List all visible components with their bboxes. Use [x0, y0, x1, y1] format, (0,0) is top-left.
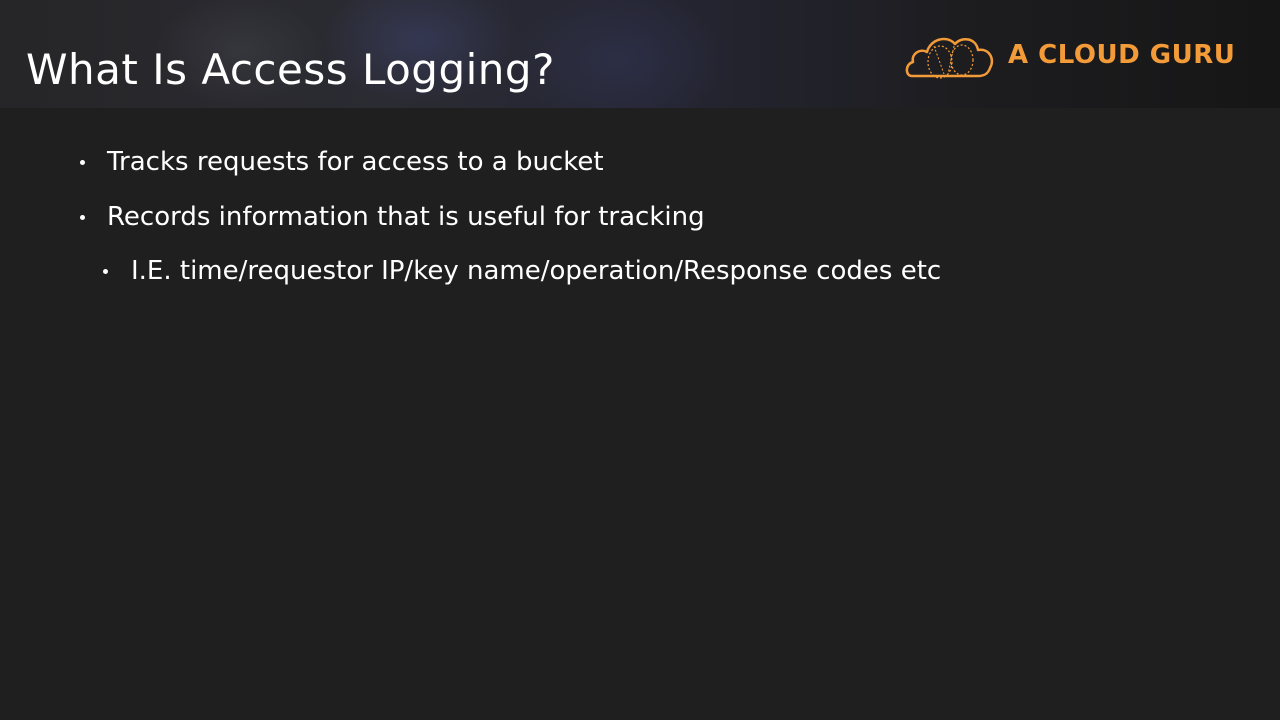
brand-logo: A CLOUD GURU	[904, 28, 1235, 82]
slide-title: What Is Access Logging?	[26, 45, 555, 94]
brand-name: A CLOUD GURU	[1008, 40, 1236, 70]
bullet-item: Tracks requests for access to a bucket	[107, 147, 604, 177]
slide-header: What Is Access Logging? A CLOUD GURU	[0, 0, 1280, 108]
bullet-dot	[80, 160, 85, 165]
bullet-item: Records information that is useful for t…	[107, 202, 705, 232]
sub-bullet-item: I.E. time/requestor IP/key name/operatio…	[131, 256, 942, 286]
cloud-guru-logo-icon	[905, 37, 994, 79]
bullet-dot	[80, 215, 85, 220]
sub-bullet-dot	[103, 269, 108, 274]
slide: What Is Access Logging? A CLOUD GURU Tra…	[0, 0, 1280, 720]
